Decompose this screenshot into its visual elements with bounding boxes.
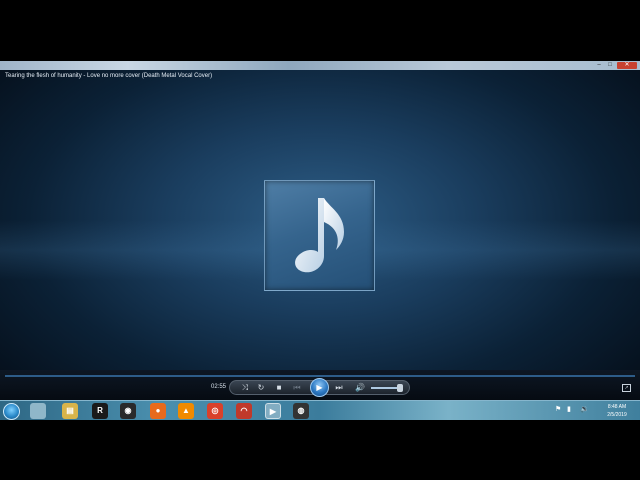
repeat-button[interactable]: ↻ (255, 382, 267, 393)
stop-button[interactable]: ■ (273, 382, 285, 393)
window-title-bar[interactable]: – □ ✕ (0, 61, 640, 70)
chrome-icon[interactable]: ◎ (207, 403, 223, 419)
album-art (264, 180, 375, 291)
vlc-icon[interactable]: ▲ (178, 403, 194, 419)
letterbox-top (0, 0, 640, 61)
volume-tray-icon[interactable]: 🔉 (580, 405, 589, 413)
app-r-icon[interactable]: R (92, 403, 108, 419)
shuffle-button[interactable]: ⤨ (239, 382, 251, 393)
maximize-button[interactable]: □ (605, 62, 615, 69)
now-playing-title: Tearing the flesh of humanity - Love no … (5, 73, 213, 79)
elapsed-time: 02:55 (211, 384, 227, 390)
switch-to-library-button[interactable]: ↗ (622, 384, 631, 392)
network-icon[interactable]: ▮ (567, 405, 571, 413)
file-explorer-icon[interactable]: ▤ (62, 403, 78, 419)
music-note-icon (294, 197, 344, 272)
taskbar: ▤ R ◉ ● ▲ ◎ ◠ ▶ ◍ ⚑ ▮ 🔉 8:48 AM 2/5/2019 (0, 400, 640, 420)
obs-icon[interactable]: ◍ (293, 403, 309, 419)
mute-button[interactable]: 🔊 (354, 382, 366, 393)
volume-level (371, 387, 397, 389)
play-button[interactable]: ▶ (310, 378, 329, 397)
previous-button[interactable]: ⏮ (291, 382, 303, 393)
seek-bar[interactable] (5, 375, 635, 377)
clock-time: 8:48 AM (607, 404, 627, 410)
app-circle-icon[interactable]: ◉ (120, 403, 136, 419)
playback-controls-bar: 02:55 ⤨ ↻ ■ ⏮ ▶ ⏭ 🔊 ↗ (0, 370, 640, 400)
next-button[interactable]: ⏭ (333, 382, 345, 393)
volume-thumb[interactable] (397, 384, 403, 392)
firefox-icon[interactable]: ● (150, 403, 166, 419)
close-button[interactable]: ✕ (617, 62, 637, 69)
headphones-app-icon[interactable]: ◠ (236, 403, 252, 419)
now-playing-area[interactable]: Tearing the flesh of humanity - Love no … (0, 70, 640, 380)
show-desktop-icon[interactable] (30, 403, 46, 419)
start-button[interactable] (3, 403, 20, 420)
clock[interactable]: 8:48 AM 2/5/2019 (600, 403, 634, 419)
minimize-button[interactable]: – (594, 62, 604, 69)
letterbox-bottom (0, 420, 640, 480)
media-player-icon[interactable]: ▶ (265, 403, 281, 419)
clock-date: 2/5/2019 (607, 412, 627, 418)
flag-icon[interactable]: ⚑ (555, 405, 561, 413)
